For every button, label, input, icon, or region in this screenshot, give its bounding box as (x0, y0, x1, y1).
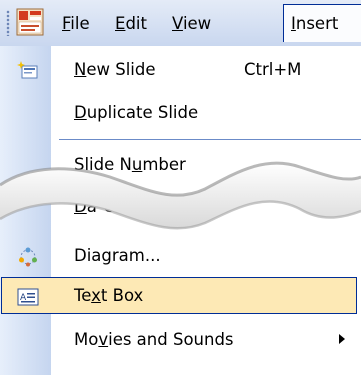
toolbar-grip-icon[interactable] (6, 10, 10, 36)
diagram-icon (19, 247, 37, 267)
menu-item-date-and-time[interactable]: Da e and T (0, 187, 361, 227)
label-text: Te (74, 286, 92, 305)
menu-view-label: iew (182, 14, 212, 33)
label-text: t Box (100, 286, 144, 305)
accesskey: D (74, 103, 87, 122)
menu-item-label: Diagram... (74, 246, 161, 265)
shortcut-text: Ctrl+M (244, 60, 302, 79)
menu-item-label: New Slide (74, 59, 156, 81)
accesskey: N (74, 60, 87, 79)
menu-separator (59, 139, 361, 140)
label-text: ew Slide (86, 60, 156, 79)
menu-item-label: Text Box (74, 285, 143, 307)
menu-item-slide-number[interactable]: Slide Number (0, 145, 361, 185)
accesskey: u (131, 155, 143, 174)
menu-item-diagram[interactable]: Diagram... (0, 236, 361, 276)
menu-insert-label: nsert (295, 14, 339, 33)
powerpoint-grid-icon[interactable] (16, 8, 44, 36)
menu-edit[interactable]: Edit (115, 13, 147, 35)
text-box-icon: A (17, 288, 39, 306)
label-text: a (86, 197, 97, 216)
label-text: Mo (74, 330, 99, 349)
menu-item-duplicate-slide[interactable]: Duplicate Slide (0, 93, 361, 133)
menu-view[interactable]: View (172, 13, 211, 35)
submenu-arrow-icon (339, 334, 345, 344)
label-text: ies and Sounds (108, 330, 234, 349)
accesskey: D (74, 197, 87, 216)
label-text: Slide N (74, 155, 132, 174)
label-text: mber (142, 155, 186, 174)
label-text: e and T (103, 197, 166, 216)
menu-item-label: Slide Number (74, 154, 186, 176)
menu-item-movies-and-sounds[interactable]: Movies and Sounds (0, 320, 361, 360)
accesskey: x (91, 286, 101, 305)
menu-item-label: Da e and T (74, 196, 166, 218)
menu-insert[interactable]: Insert (283, 4, 361, 42)
insert-menu-dropdown: New Slide Ctrl+M Duplicate Slide Slide N… (0, 46, 361, 375)
menu-edit-label: dit (125, 14, 147, 33)
label-text: uplicate Slide (86, 103, 199, 122)
menu-file-label: ile (70, 14, 90, 33)
new-slide-icon (17, 61, 38, 79)
accesskey: v (98, 330, 109, 349)
menu-bar: File Edit View Insert (0, 0, 361, 46)
menu-file[interactable]: File (62, 13, 90, 35)
menu-edit-accesskey: E (115, 14, 126, 33)
menu-item-text-box[interactable]: A Text Box (0, 276, 361, 316)
menu-item-label: Duplicate Slide (74, 102, 198, 124)
menu-view-accesskey: V (172, 14, 183, 33)
menu-item-new-slide[interactable]: New Slide Ctrl+M (0, 50, 361, 90)
menu-item-label: Movies and Sounds (74, 329, 234, 351)
